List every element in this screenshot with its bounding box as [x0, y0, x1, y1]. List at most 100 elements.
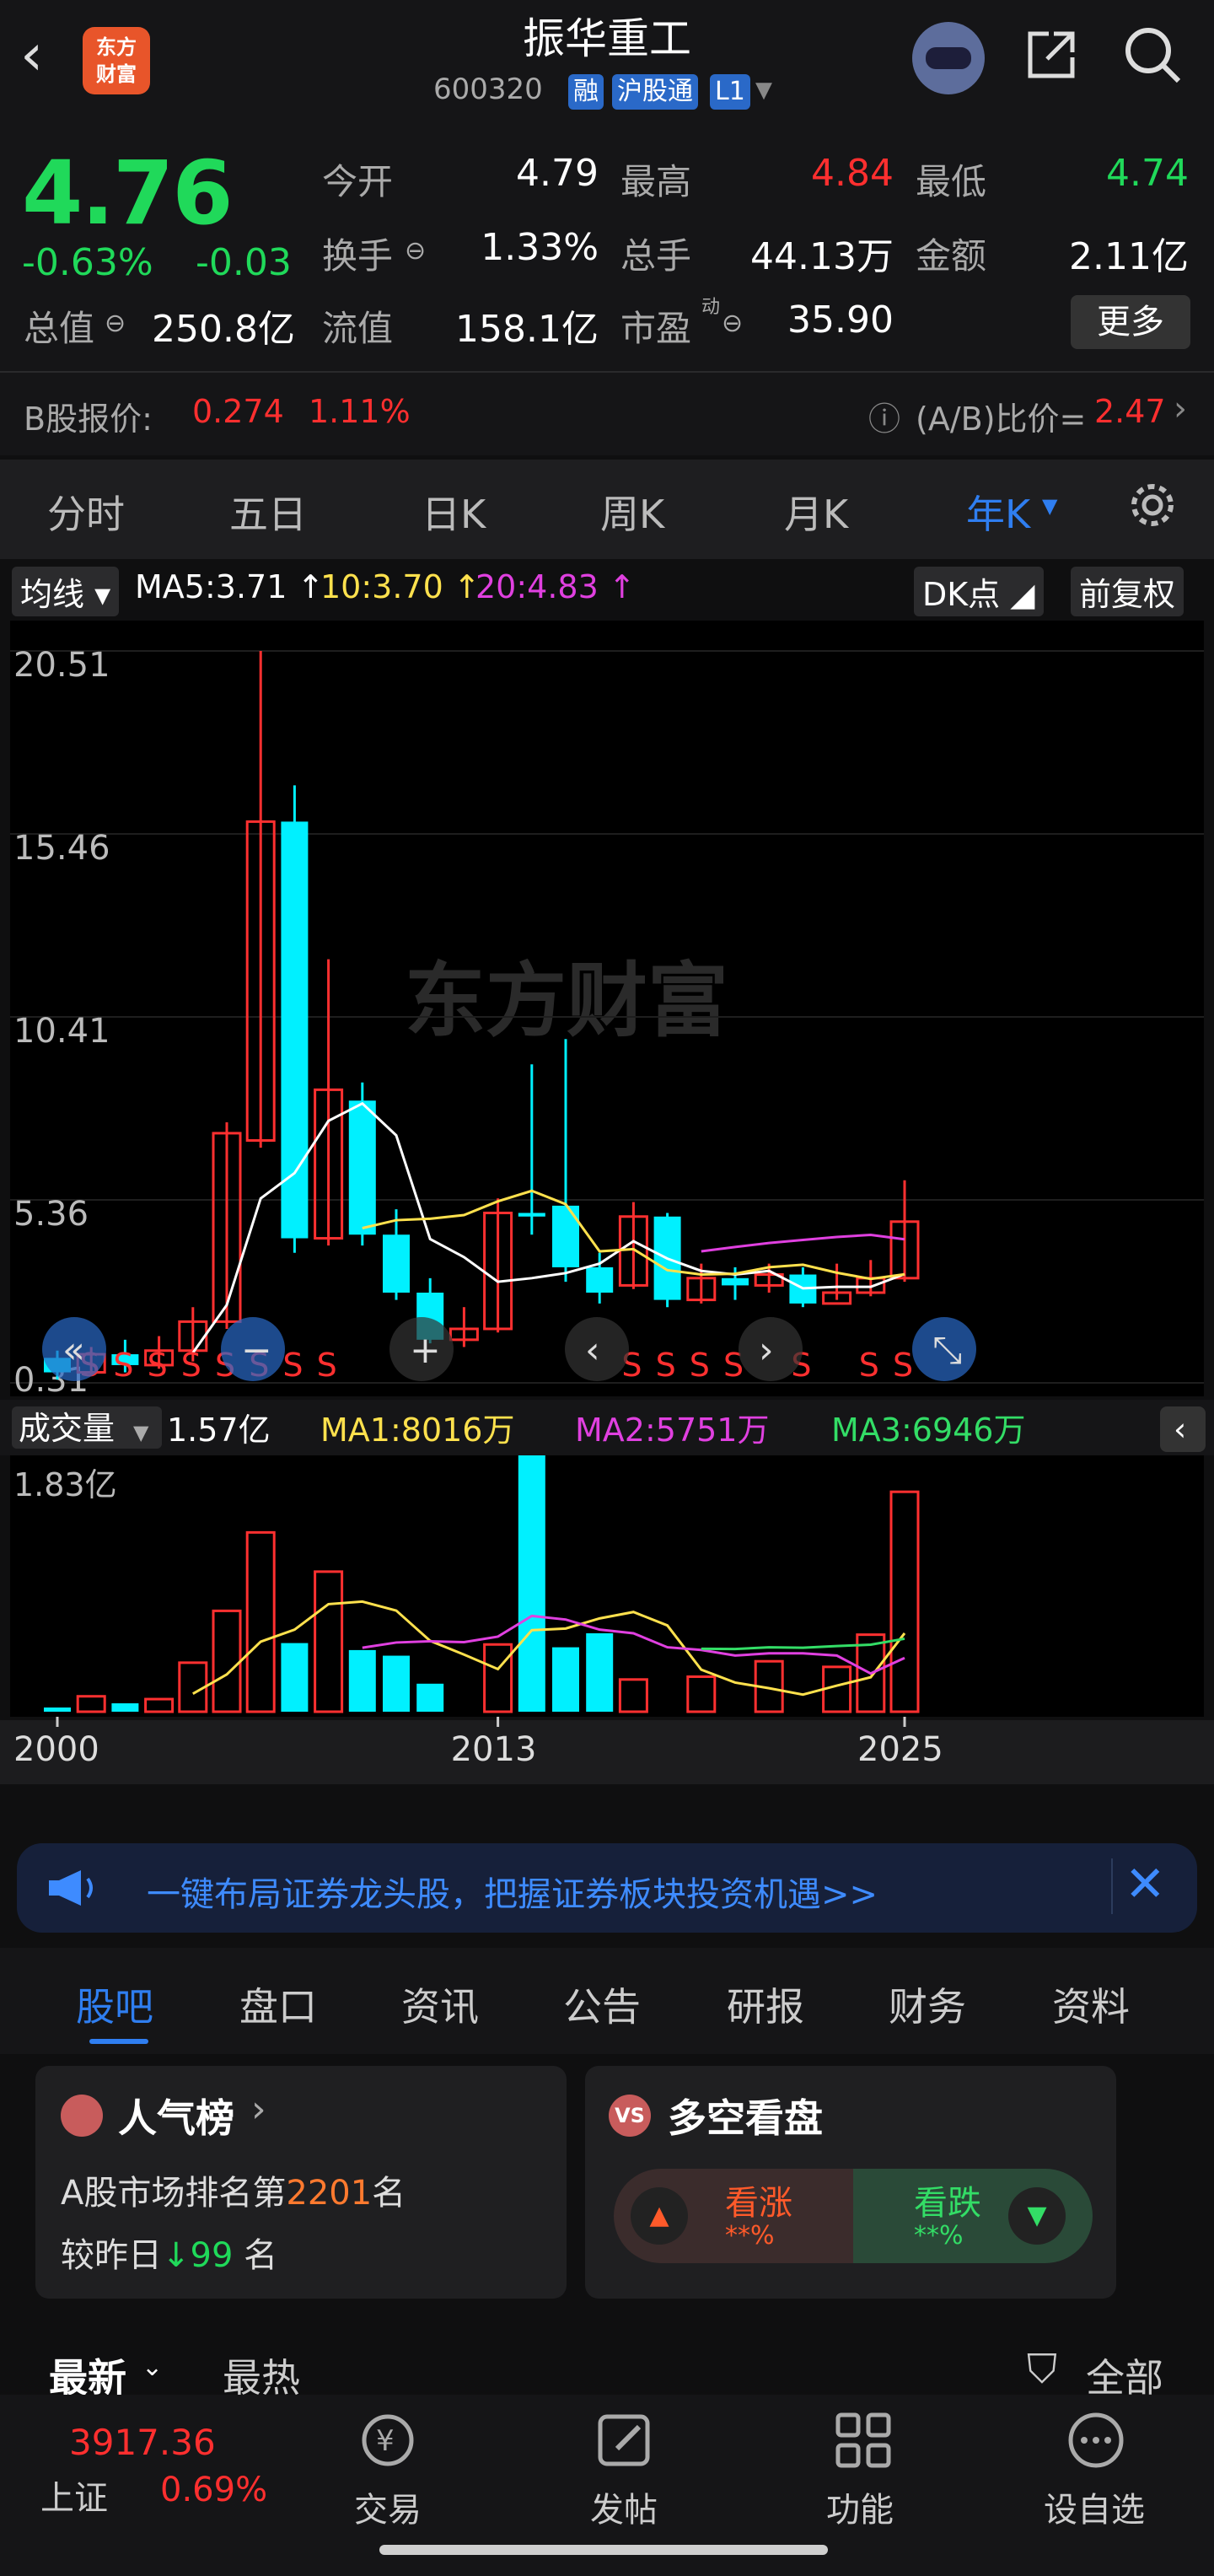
assistant-robot-icon[interactable]: [912, 22, 985, 94]
ma10-value: 10:3.70 ↑: [320, 568, 481, 605]
tab-finance[interactable]: 财务: [889, 1976, 966, 2032]
down-arrow-icon: ▼: [1008, 2187, 1066, 2245]
ma20-value: 20:4.83 ↑: [475, 568, 636, 605]
chevron-down-icon[interactable]: ▼: [755, 78, 772, 103]
chevron-down-icon[interactable]: ⌄: [142, 2353, 163, 2382]
trade-icon[interactable]: ¥: [357, 2410, 418, 2471]
watermark: 东方财富: [405, 954, 728, 1048]
tab-monthly[interactable]: 月K: [784, 484, 848, 540]
nav-watchlist[interactable]: 设自选: [1044, 2482, 1145, 2531]
nav-post[interactable]: 发帖: [590, 2482, 658, 2531]
info-icon[interactable]: ⊖: [405, 236, 426, 266]
filter-icon[interactable]: ⛉: [1027, 2346, 1057, 2394]
dk-button[interactable]: DK点 ◢: [914, 567, 1044, 616]
ma5-text: MA5:3.71: [135, 568, 287, 605]
change-amount: -0.03: [196, 241, 292, 284]
badge-connect: 沪股通: [612, 74, 698, 110]
nav-trade[interactable]: 交易: [354, 2482, 422, 2531]
bull-label: 看涨: [725, 2184, 792, 2223]
bear-pct: **%: [914, 2221, 964, 2251]
tab-daily[interactable]: 日K: [422, 484, 486, 540]
chart-control-glyph: ‹: [585, 1329, 600, 1372]
dk-label: DK点: [922, 576, 1001, 613]
delta-prefix: 较昨日: [61, 2236, 162, 2275]
info-icon[interactable]: ⊖: [722, 309, 743, 338]
index-value[interactable]: 3917.36: [69, 2422, 216, 2463]
tab-intraday[interactable]: 分时: [47, 484, 125, 540]
adjust-button[interactable]: 前复权: [1071, 567, 1184, 616]
help-icon[interactable]: ⓘ: [868, 393, 900, 439]
vs-icon: VS: [609, 2095, 651, 2137]
turnover-value: 1.33%: [481, 226, 599, 269]
candle-body-down: [552, 1205, 579, 1267]
s-marker: S: [656, 1347, 676, 1384]
share-icon[interactable]: [1023, 27, 1079, 83]
x-tick-label: 2025: [857, 1730, 943, 1769]
low-value: 4.74: [1106, 152, 1189, 195]
info-icon[interactable]: ⊖: [105, 309, 126, 338]
y-tick-label: 20.51: [13, 646, 110, 685]
mktcap-label: 总值: [24, 308, 95, 349]
ma10-text: 10:3.70: [320, 568, 443, 605]
ma-selector[interactable]: 均线 ▾: [12, 567, 120, 616]
chart-control-glyph: ⤡: [932, 1329, 962, 1372]
rank-icon: [61, 2095, 103, 2137]
volume-bar-down: [281, 1643, 309, 1712]
search-icon[interactable]: [1123, 25, 1184, 86]
more-button[interactable]: 更多: [1071, 295, 1190, 349]
kline-chart[interactable]: 东方财富 20.5115.4610.415.360.31 SSSSSSSSSSS…: [0, 616, 1214, 1830]
grid-icon[interactable]: [833, 2410, 894, 2471]
svg-text:¥: ¥: [376, 2424, 395, 2458]
chart-control-glyph: −: [241, 1329, 272, 1372]
chevron-right-icon[interactable]: ›: [1174, 390, 1187, 428]
tab-pankou[interactable]: 盘口: [239, 1976, 317, 2032]
edit-icon[interactable]: [595, 2410, 656, 2471]
index-pct[interactable]: 0.69%: [160, 2471, 267, 2509]
tab-guba[interactable]: 股吧: [76, 1976, 153, 2032]
megaphone-icon: [49, 1870, 93, 1906]
tab-weekly[interactable]: 周K: [600, 484, 664, 540]
float-label: 流值: [322, 308, 394, 349]
gear-icon[interactable]: [1126, 479, 1179, 531]
chevron-down-icon[interactable]: ▼: [1042, 494, 1057, 518]
ma-label: 均线: [20, 576, 85, 613]
more-dots-icon[interactable]: [1066, 2410, 1126, 2471]
chart-control-glyph: +: [410, 1329, 441, 1372]
arrow-down-icon: ↓: [162, 2236, 191, 2275]
rank-number: 2201: [286, 2174, 373, 2213]
y-tick-label: 15.46: [13, 829, 110, 868]
tab-yearly[interactable]: 年K: [966, 484, 1030, 540]
ma5-value: MA5:3.71 ↑: [135, 568, 325, 605]
nav-functions[interactable]: 功能: [826, 2482, 894, 2531]
delta-suffix: 名: [244, 2236, 278, 2275]
high-value: 4.84: [811, 152, 894, 195]
candle-body-down: [281, 821, 309, 1239]
turnover-label: 换手: [322, 235, 394, 277]
tab-profile[interactable]: 资料: [1052, 1976, 1130, 2032]
volume-value: 44.13万: [750, 235, 894, 278]
home-indicator[interactable]: [379, 2545, 828, 2555]
badge-margin: 融: [568, 74, 604, 110]
tab-research[interactable]: 研报: [727, 1976, 804, 2032]
tab-news[interactable]: 资讯: [401, 1976, 479, 2032]
tab-5day[interactable]: 五日: [229, 484, 307, 540]
candle-body-down: [722, 1277, 749, 1286]
volume-bar-down: [348, 1649, 376, 1712]
longshort-title: 多空看盘: [668, 2095, 823, 2141]
index-name[interactable]: 上证: [40, 2471, 108, 2520]
delta-number: 99: [190, 2236, 234, 2275]
s-marker: S: [282, 1347, 303, 1384]
volume-value: 1.57亿: [167, 1412, 271, 1449]
last-price: 4.76: [22, 142, 234, 245]
volume-bar-down: [44, 1707, 71, 1712]
banner-text[interactable]: 一键布局证券龙头股，把握证券板块投资机遇>>: [147, 1867, 878, 1916]
rank-prefix: A股市场排名第: [61, 2174, 287, 2213]
tab-announcements[interactable]: 公告: [563, 1976, 641, 2032]
bshare-price: 0.274: [192, 393, 284, 430]
vol-ma2: MA2:5751万: [575, 1412, 769, 1449]
chevron-right-icon[interactable]: ›: [251, 2088, 266, 2131]
candle-body-down: [518, 1213, 545, 1217]
s-marker: S: [148, 1347, 168, 1384]
divider: [0, 371, 1214, 373]
close-icon[interactable]: ✕: [1125, 1855, 1166, 1912]
